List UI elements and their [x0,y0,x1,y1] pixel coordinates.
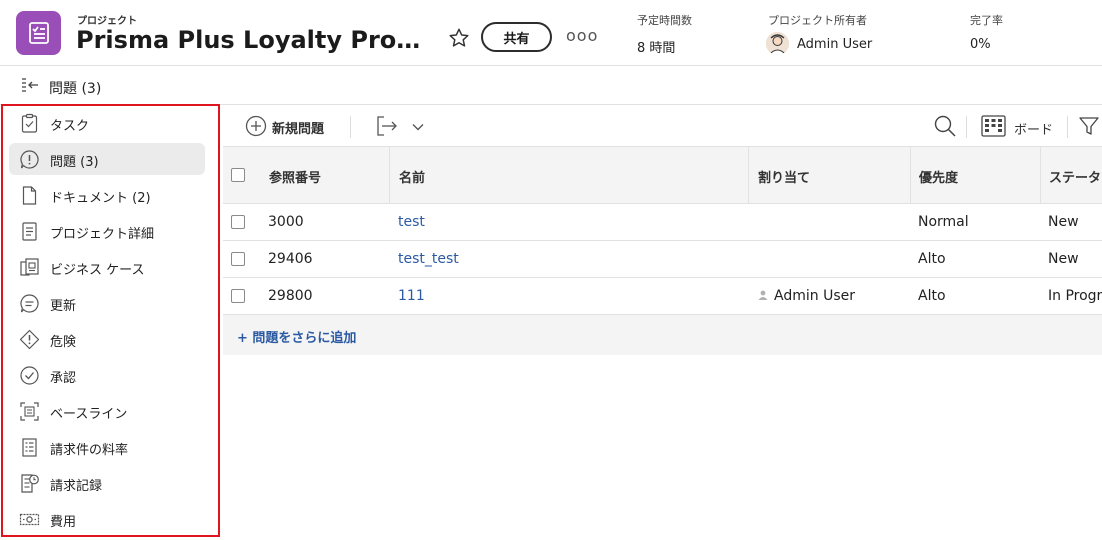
planned-hours-label: 予定時間数 [637,14,692,27]
cell-ref: 29800 [268,288,313,304]
user-icon [758,290,768,300]
sidebar-item-label: ベースライン [50,407,128,422]
cell-assigned[interactable]: Admin User [758,288,855,304]
project-label: プロジェクト [77,16,137,27]
owner-avatar[interactable] [766,32,789,55]
table-row[interactable]: 29800 111 Admin User Alto In Progress [223,278,1102,315]
cell-priority: Normal [918,214,969,230]
details-icon [22,222,37,241]
billing-rates-icon [22,438,37,457]
sidebar-item-label: 承認 [50,371,77,386]
column-header-priority[interactable]: 優先度 [919,167,958,186]
toolbar-divider [1067,116,1068,138]
project-header: プロジェクト Prisma Plus Loyalty Program 共有 oo… [0,0,1102,66]
toolbar-divider [350,116,351,138]
sidebar-item-project-details[interactable]: プロジェクト詳細 [9,215,205,247]
chevron-down-icon[interactable] [411,120,425,134]
board-view-icon[interactable] [981,114,1006,138]
row-checkbox[interactable] [231,289,245,303]
sidebar-item-label: タスク [50,119,90,134]
add-circle-icon[interactable] [245,115,267,137]
cell-assigned-name: Admin User [774,288,855,304]
sidebar-item-documents[interactable]: ドキュメント (2) [9,179,205,211]
board-view-button[interactable]: ボード [1014,119,1053,138]
sidebar-item-label: 請求記録 [50,479,103,494]
project-owner-name[interactable]: Admin User [797,37,872,52]
cell-status: New [1048,251,1079,267]
sidebar-item-expenses[interactable]: 費用 [9,503,205,535]
project-title[interactable]: Prisma Plus Loyalty Program [76,26,426,54]
row-checkbox[interactable] [231,252,245,266]
section-title: 問題 (3) [49,81,102,97]
project-owner-label: プロジェクト所有者 [768,14,867,27]
sidebar-item-label: 請求件の料率 [50,443,129,458]
add-more-issues-row: + 問題をさらに追加 [223,315,1102,355]
sidebar-item-tasks[interactable]: タスク [9,107,205,139]
planned-hours-value: 8 時間 [637,41,676,56]
collapse-sidebar-icon[interactable] [20,76,40,96]
baseline-icon [20,402,39,421]
task-icon [21,113,38,133]
issues-toolbar: 新規問題 ボード [223,106,1102,147]
project-icon [16,11,61,55]
new-issue-button[interactable]: 新規問題 [272,118,324,137]
expenses-icon [19,513,40,526]
sidebar-item-approvals[interactable]: 承認 [9,359,205,391]
sidebar-item-label: ドキュメント (2) [50,191,151,206]
cell-priority: Alto [918,251,946,267]
sidebar-item-label: 更新 [50,299,77,314]
sidebar-item-billing-rates[interactable]: 請求件の料率 [9,431,205,463]
risk-icon [19,329,40,350]
table-row[interactable]: 3000 test Normal New [223,204,1102,241]
sidebar-item-label: 費用 [50,515,77,530]
column-header-name[interactable]: 名前 [399,167,425,186]
cell-name-link[interactable]: test_test [398,251,459,267]
share-button[interactable]: 共有 [481,22,552,52]
more-options-icon[interactable]: ooo [566,26,598,45]
sidebar-item-business-case[interactable]: ビジネス ケース [9,251,205,283]
cell-ref: 29406 [268,251,313,267]
sidebar-item-label: 問題 (3) [50,155,99,170]
cell-name-link[interactable]: test [398,214,425,230]
document-icon [22,186,37,205]
cell-name-link[interactable]: 111 [398,288,425,304]
row-checkbox[interactable] [231,215,245,229]
filter-icon[interactable] [1078,115,1100,137]
column-header-assigned[interactable]: 割り当て [758,167,810,186]
cell-status: In Progress [1048,288,1102,304]
completion-label: 完了率 [970,14,1003,27]
project-sidebar: タスク 問題 (3) ドキュメント (2) プロジェクト詳細 ビジネス ケース … [0,105,222,540]
approval-icon [20,366,39,385]
search-icon[interactable] [934,115,956,137]
sidebar-item-baselines[interactable]: ベースライン [9,395,205,427]
column-header-status[interactable]: ステータス [1049,167,1102,186]
cell-ref: 3000 [268,214,304,230]
export-icon[interactable] [375,115,399,137]
completion-value: 0% [970,37,991,52]
column-header-ref[interactable]: 参照番号 [269,167,321,186]
sidebar-item-label: 危険 [50,335,77,350]
sidebar-item-billing-records[interactable]: 請求記録 [9,467,205,499]
sidebar-item-risks[interactable]: 危険 [9,323,205,355]
billing-records-icon [21,474,39,493]
favorite-star-icon[interactable] [448,27,470,49]
updates-icon [20,294,39,313]
sidebar-item-label: プロジェクト詳細 [50,227,155,242]
toolbar-divider [966,116,967,138]
cell-priority: Alto [918,288,946,304]
cell-status: New [1048,214,1079,230]
sidebar-item-label: ビジネス ケース [50,263,145,278]
add-more-issues-button[interactable]: + 問題をさらに追加 [237,327,356,346]
select-all-checkbox[interactable] [231,168,245,182]
section-header: 問題 (3) [0,67,1102,105]
business-case-icon [20,258,39,276]
issue-icon [20,150,39,169]
sidebar-item-issues[interactable]: 問題 (3) [9,143,205,175]
table-header: 参照番号 名前 割り当て 優先度 ステータス [223,147,1102,204]
sidebar-item-updates[interactable]: 更新 [9,287,205,319]
table-row[interactable]: 29406 test_test Alto New [223,241,1102,278]
